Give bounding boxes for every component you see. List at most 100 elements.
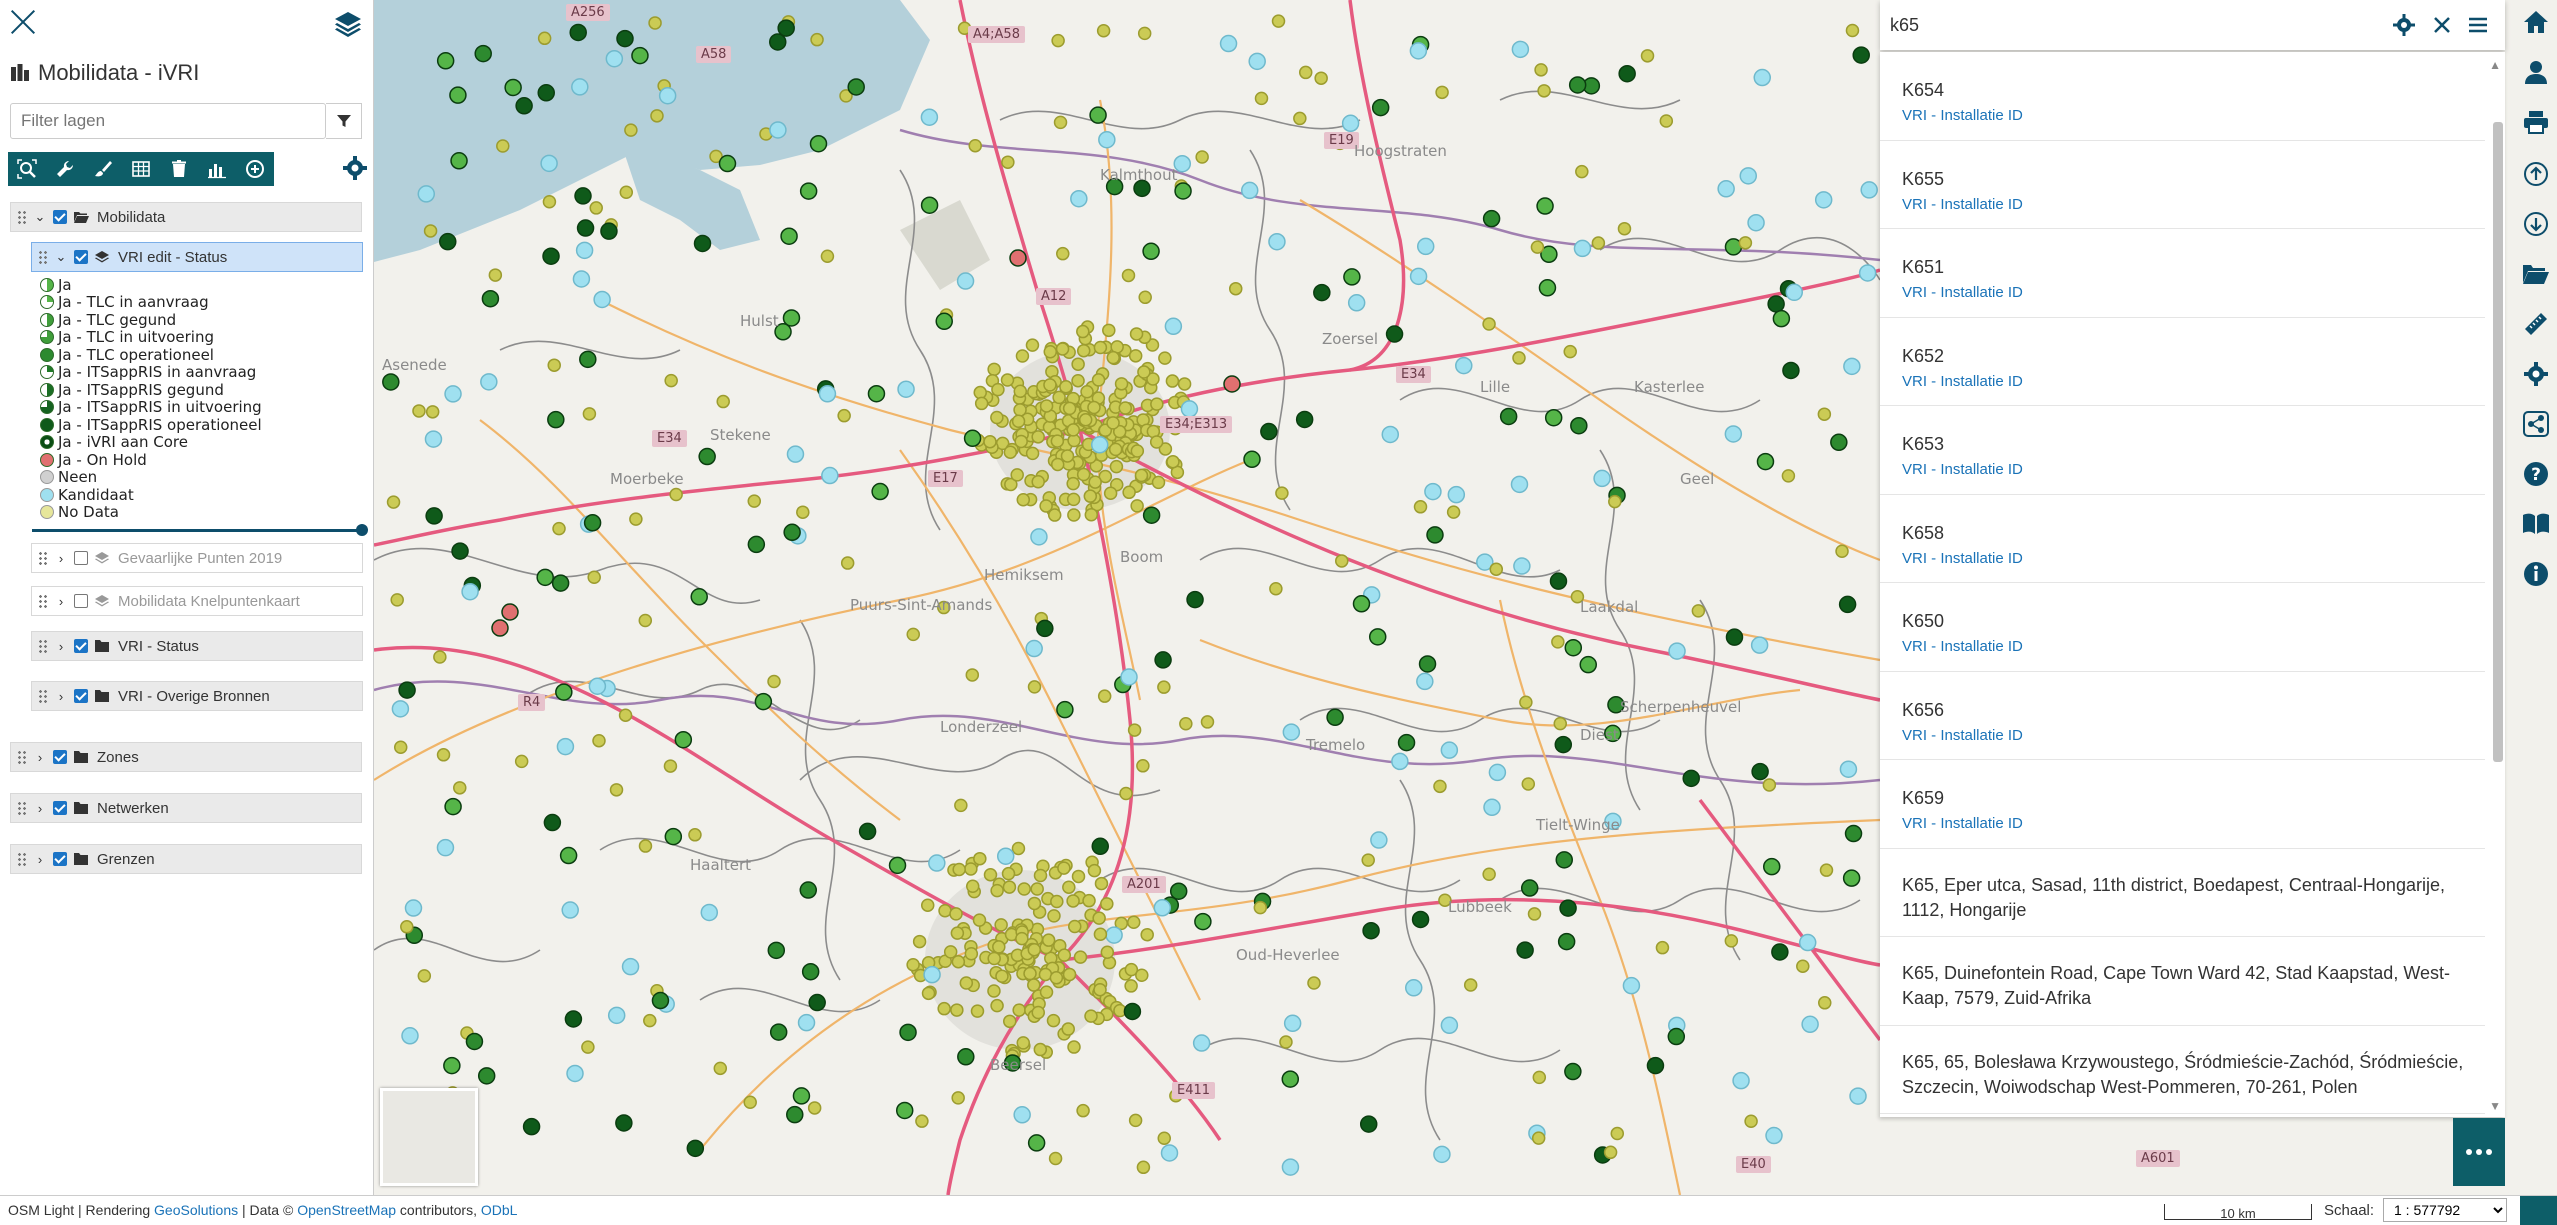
vri-marker[interactable] xyxy=(820,249,835,264)
vri-marker[interactable] xyxy=(1537,84,1551,98)
vri-marker[interactable] xyxy=(1269,581,1283,596)
vri-marker[interactable] xyxy=(575,241,594,260)
vri-marker[interactable] xyxy=(1538,279,1557,297)
search-result-item[interactable]: K656 VRI - Installatie ID xyxy=(1880,672,2485,760)
vri-marker[interactable] xyxy=(589,201,603,215)
vri-marker[interactable] xyxy=(556,737,575,756)
group-checkbox[interactable] xyxy=(53,852,67,866)
search-result-item[interactable]: K659 VRI - Installatie ID xyxy=(1880,760,2485,849)
vri-marker[interactable] xyxy=(1275,486,1289,500)
vri-marker[interactable] xyxy=(809,134,828,153)
vri-marker[interactable] xyxy=(1564,1062,1582,1081)
vri-marker[interactable] xyxy=(1056,246,1070,261)
search-result-item[interactable]: K651 VRI - Installatie ID xyxy=(1880,229,2485,318)
vri-marker[interactable] xyxy=(1440,1016,1459,1035)
vri-marker[interactable] xyxy=(1248,52,1266,71)
group-checkbox[interactable] xyxy=(74,639,88,653)
vri-marker[interactable] xyxy=(1103,486,1118,501)
delete-layer-button[interactable] xyxy=(160,152,198,186)
vri-marker[interactable] xyxy=(807,1101,822,1115)
vri-marker[interactable] xyxy=(1025,338,1040,352)
vri-marker[interactable] xyxy=(992,940,1006,954)
vri-marker[interactable] xyxy=(1510,475,1529,494)
vri-marker[interactable] xyxy=(906,627,920,642)
vri-marker[interactable] xyxy=(1016,493,1031,507)
openstreetmap-link[interactable]: OpenStreetMap xyxy=(297,1202,396,1218)
vri-marker[interactable] xyxy=(439,232,457,251)
vri-marker[interactable] xyxy=(480,373,498,391)
vri-marker[interactable] xyxy=(1157,680,1171,694)
vri-marker[interactable] xyxy=(1295,410,1314,429)
vri-marker[interactable] xyxy=(1067,1040,1081,1054)
vri-marker[interactable] xyxy=(461,582,479,601)
zoom-to-layer-button[interactable] xyxy=(8,152,46,186)
vri-marker[interactable] xyxy=(592,733,606,748)
vri-marker[interactable] xyxy=(1138,290,1152,305)
vri-marker[interactable] xyxy=(417,185,436,203)
address-result-item[interactable]: K65, Eper utca, Sasad, 11th district, Bo… xyxy=(1880,849,2485,937)
vri-marker[interactable] xyxy=(1751,762,1769,781)
style-editor-button[interactable] xyxy=(84,152,122,186)
vri-marker[interactable] xyxy=(1527,907,1542,921)
vri-marker[interactable] xyxy=(1281,1070,1300,1088)
vri-marker[interactable] xyxy=(1186,590,1204,609)
vri-marker[interactable] xyxy=(1094,876,1109,891)
vri-marker[interactable] xyxy=(1739,167,1758,185)
vri-marker[interactable] xyxy=(1142,506,1161,524)
vri-marker[interactable] xyxy=(1347,294,1366,312)
vri-marker[interactable] xyxy=(1557,932,1576,951)
vri-marker[interactable] xyxy=(1003,445,1018,459)
vri-marker[interactable] xyxy=(1066,423,1081,437)
vri-marker[interactable] xyxy=(1744,1114,1758,1129)
vri-marker[interactable] xyxy=(1073,950,1088,964)
vri-marker[interactable] xyxy=(1098,130,1116,149)
vri-marker[interactable] xyxy=(1756,452,1775,471)
vri-marker[interactable] xyxy=(1128,349,1143,363)
drag-handle-icon[interactable] xyxy=(17,852,27,866)
vri-marker[interactable] xyxy=(1570,416,1588,435)
print-button[interactable] xyxy=(2520,106,2552,138)
vri-marker[interactable] xyxy=(1033,868,1048,883)
footer-toggle-button[interactable] xyxy=(2520,1196,2557,1225)
download-button[interactable] xyxy=(2520,208,2552,240)
vri-marker[interactable] xyxy=(572,270,591,288)
vri-marker[interactable] xyxy=(1030,882,1044,896)
vri-marker[interactable] xyxy=(1192,1034,1211,1052)
vri-marker[interactable] xyxy=(937,1001,951,1016)
vri-marker[interactable] xyxy=(920,898,935,912)
vri-marker[interactable] xyxy=(621,957,640,976)
vri-marker[interactable] xyxy=(651,991,670,1010)
vri-marker[interactable] xyxy=(1114,377,1129,391)
filter-layers-input[interactable] xyxy=(10,103,326,139)
vri-marker[interactable] xyxy=(747,535,766,554)
vri-marker[interactable] xyxy=(912,934,927,949)
vri-marker[interactable] xyxy=(943,945,958,959)
vri-marker[interactable] xyxy=(797,1013,816,1032)
vri-marker[interactable] xyxy=(1016,1036,1031,1050)
vri-marker[interactable] xyxy=(436,52,455,70)
vri-marker[interactable] xyxy=(1385,325,1404,343)
vri-marker[interactable] xyxy=(1530,240,1545,254)
vri-marker[interactable] xyxy=(1093,982,1107,997)
vri-marker[interactable] xyxy=(1849,1087,1867,1105)
vri-marker[interactable] xyxy=(1140,927,1154,942)
vri-marker[interactable] xyxy=(537,31,552,46)
vri-marker[interactable] xyxy=(949,907,963,921)
vri-marker[interactable] xyxy=(1555,851,1573,869)
vri-marker[interactable] xyxy=(1268,232,1286,251)
vri-marker[interactable] xyxy=(888,856,907,875)
vri-marker[interactable] xyxy=(1563,344,1577,359)
vri-marker[interactable] xyxy=(1092,911,1106,925)
vri-marker[interactable] xyxy=(1640,49,1655,63)
vri-marker[interactable] xyxy=(1157,1131,1172,1145)
vri-marker[interactable] xyxy=(1000,373,1015,387)
vri-marker[interactable] xyxy=(1096,24,1111,38)
widget-builder-button[interactable] xyxy=(198,152,236,186)
vri-marker[interactable] xyxy=(796,505,810,519)
vri-marker[interactable] xyxy=(664,373,678,388)
open-folder-button[interactable] xyxy=(2520,258,2552,290)
vri-marker[interactable] xyxy=(1055,342,1070,356)
vri-marker[interactable] xyxy=(559,846,578,865)
vri-marker[interactable] xyxy=(974,396,989,411)
vri-marker[interactable] xyxy=(669,487,683,502)
